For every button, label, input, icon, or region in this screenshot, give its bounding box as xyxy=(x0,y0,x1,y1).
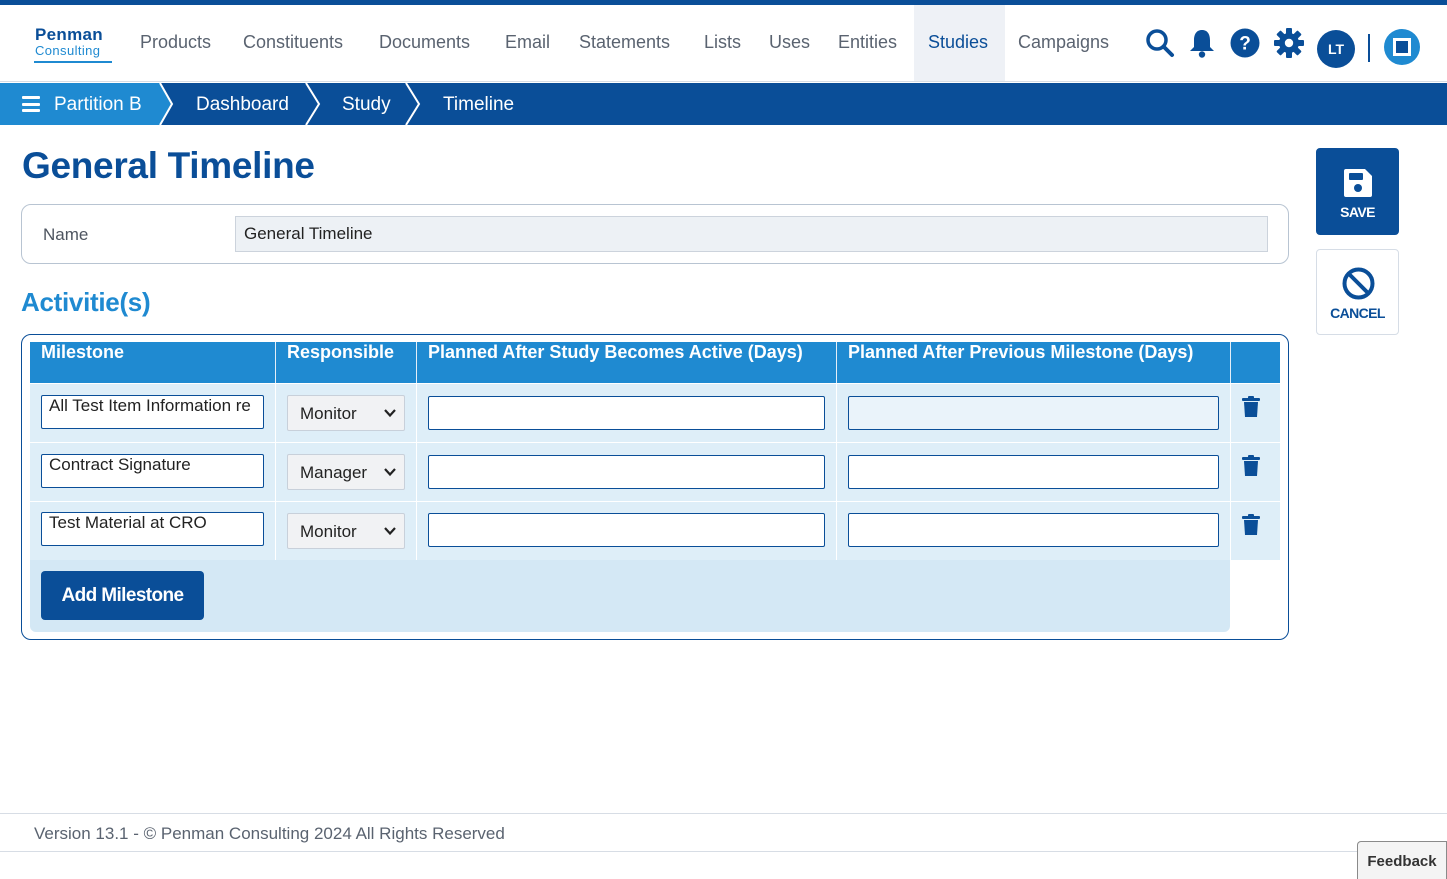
responsible-value: Monitor xyxy=(300,404,357,423)
nav-item-uses[interactable]: Uses xyxy=(755,5,824,81)
cancel-label: CANCEL xyxy=(1330,305,1385,321)
name-card: Name xyxy=(21,204,1289,264)
page-title: General Timeline xyxy=(22,145,315,186)
responsible-select[interactable]: Monitor xyxy=(287,395,405,431)
chevron-down-icon xyxy=(384,468,396,477)
gear-icon[interactable] xyxy=(1273,27,1305,59)
responsible-select[interactable]: Monitor xyxy=(287,513,405,549)
ban-icon xyxy=(1342,267,1375,300)
name-input[interactable] xyxy=(235,216,1268,252)
days-after-active-input[interactable] xyxy=(428,396,825,430)
breadcrumb-dashboard[interactable]: Dashboard xyxy=(196,83,289,125)
breadcrumb-chevron-icon xyxy=(305,83,321,125)
breadcrumb-partition[interactable]: Partition B xyxy=(54,83,142,125)
activities-heading: Activitie(s) xyxy=(21,287,151,317)
days-after-previous-input[interactable] xyxy=(848,513,1219,547)
chevron-down-icon xyxy=(384,409,396,418)
nav-item-studies[interactable]: Studies xyxy=(914,5,1005,81)
milestone-input[interactable]: Contract Signature xyxy=(41,454,264,488)
responsible-select[interactable]: Manager xyxy=(287,454,405,490)
table-row: Test Material at CRO Monitor xyxy=(30,502,1280,560)
nav-item-entities[interactable]: Entities xyxy=(824,5,911,81)
days-after-previous-input[interactable] xyxy=(848,396,1219,430)
milestone-input[interactable]: All Test Item Information re xyxy=(41,395,264,429)
column-header-milestone: Milestone xyxy=(30,342,276,383)
column-header-responsible: Responsible xyxy=(276,342,417,383)
chevron-down-icon xyxy=(384,527,396,536)
logo-line-1: Penman xyxy=(35,25,103,44)
company-logo[interactable]: Penman Consulting xyxy=(34,25,112,63)
days-after-active-input[interactable] xyxy=(428,455,825,489)
partition-selector[interactable]: Partition B xyxy=(0,83,160,125)
bell-icon[interactable] xyxy=(1187,27,1219,59)
save-label: SAVE xyxy=(1340,204,1375,220)
milestone-input[interactable]: Test Material at CRO xyxy=(41,512,264,546)
days-after-previous-input[interactable] xyxy=(848,455,1219,489)
breadcrumb-timeline[interactable]: Timeline xyxy=(443,83,514,125)
nav-item-statements[interactable]: Statements xyxy=(565,5,684,81)
nav-item-constituents[interactable]: Constituents xyxy=(229,5,357,81)
nav-item-documents[interactable]: Documents xyxy=(365,5,484,81)
breadcrumb-study[interactable]: Study xyxy=(342,83,391,125)
floppy-disk-icon xyxy=(1344,169,1372,197)
breadcrumb-chevron-icon xyxy=(150,83,174,125)
feedback-button[interactable]: Feedback xyxy=(1357,841,1447,879)
app-switcher-icon[interactable] xyxy=(1384,29,1420,65)
table-header: Milestone Responsible Planned After Stud… xyxy=(30,342,1280,383)
trash-icon[interactable] xyxy=(1242,514,1260,536)
table-row: Contract Signature Manager xyxy=(30,443,1280,501)
nav-item-lists[interactable]: Lists xyxy=(690,5,755,81)
nav-item-campaigns[interactable]: Campaigns xyxy=(1004,5,1123,81)
add-milestone-button[interactable]: Add Milestone xyxy=(41,571,204,620)
add-milestone-area: Add Milestone xyxy=(30,560,1230,632)
breadcrumb-chevron-icon xyxy=(405,83,421,125)
column-header-days-after-previous: Planned After Previous Milestone (Days) xyxy=(837,342,1231,383)
trash-icon[interactable] xyxy=(1242,455,1260,477)
cancel-button[interactable]: CANCEL xyxy=(1316,249,1399,335)
nav-item-products[interactable]: Products xyxy=(126,5,225,81)
column-header-days-after-active: Planned After Study Becomes Active (Days… xyxy=(417,342,837,383)
help-icon[interactable]: ? xyxy=(1229,27,1261,59)
hamburger-icon[interactable] xyxy=(22,96,40,112)
responsible-value: Manager xyxy=(300,463,368,482)
trash-icon[interactable] xyxy=(1242,396,1260,418)
svg-text:?: ? xyxy=(1239,34,1251,55)
name-label: Name xyxy=(43,225,89,244)
user-avatar[interactable]: LT xyxy=(1317,30,1355,68)
top-navigation: Penman Consulting Products Constituents … xyxy=(0,5,1447,82)
nav-divider xyxy=(1368,34,1370,62)
milestones-table: Milestone Responsible Planned After Stud… xyxy=(21,334,1289,640)
save-button[interactable]: SAVE xyxy=(1316,148,1399,235)
logo-line-2: Consulting xyxy=(35,43,101,58)
footer: Version 13.1 - © Penman Consulting 2024 … xyxy=(0,813,1447,852)
responsible-value: Monitor xyxy=(300,522,357,541)
table-row: All Test Item Information re Monitor xyxy=(30,384,1280,442)
search-icon[interactable] xyxy=(1144,27,1176,59)
days-after-active-input[interactable] xyxy=(428,513,825,547)
nav-item-email[interactable]: Email xyxy=(491,5,564,81)
footer-copyright: Version 13.1 - © Penman Consulting 2024 … xyxy=(34,824,505,843)
breadcrumb: Partition B Dashboard Study Timeline xyxy=(0,83,1447,125)
